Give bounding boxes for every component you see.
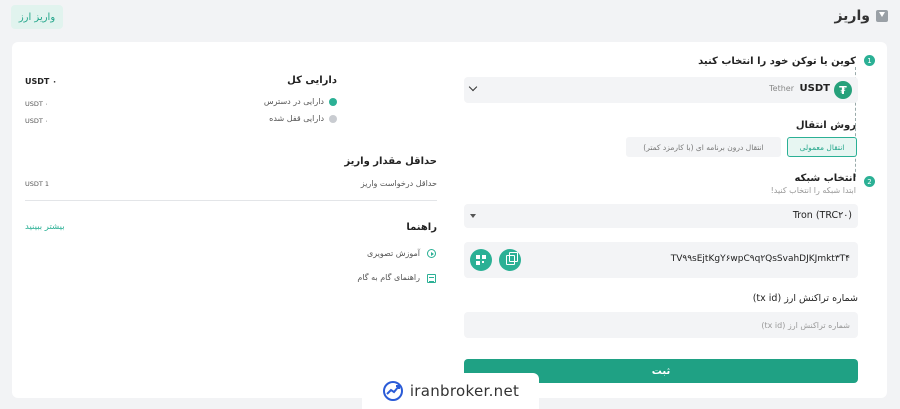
video-tutorial-link[interactable]: آموزش تصویری <box>367 249 420 258</box>
download-icon <box>876 10 888 22</box>
locked-dot <box>329 115 337 123</box>
show-qr-button[interactable] <box>470 249 492 271</box>
network-select-hint: ابتدا شبکه را انتخاب کنید! <box>770 186 856 195</box>
txid-input[interactable] <box>464 312 858 338</box>
txid-label: شماره تراکنش ارز (tx id) <box>752 293 858 304</box>
locked-balance-value: USDT ۰ <box>25 117 49 125</box>
total-balance-value: USDT ۰ <box>25 77 58 86</box>
total-balance-title: دارایی کل <box>287 75 337 86</box>
page-header: واریز واریز ارز <box>0 0 900 38</box>
see-more-link[interactable]: بیشتر ببینید <box>25 222 65 232</box>
caret-down-icon <box>470 214 476 218</box>
document-list-icon <box>427 274 436 283</box>
page-title-text: واریز <box>834 8 870 24</box>
transfer-method-title: روش انتقال <box>795 120 856 131</box>
guide-title: راهنما <box>406 222 437 233</box>
section-divider <box>25 200 437 201</box>
coin-select-title: کوین یا توکن خود را انتخاب کنید <box>698 56 856 67</box>
min-deposit-title: حداقل مقدار واریز <box>344 156 437 167</box>
network-value: Tron (TRC۲۰) <box>792 210 852 221</box>
step-2-badge: 2 <box>864 176 875 187</box>
network-select[interactable]: Tron (TRC۲۰) <box>464 204 858 228</box>
normal-transfer-button[interactable]: انتقال معمولی <box>787 137 857 157</box>
qr-code-icon <box>476 255 486 265</box>
available-dot <box>329 98 337 106</box>
deposit-address-box: TV۹۹sEjtKgY۶wpC۹q۲QsSvahDJKJmkt۳T۴ <box>464 242 858 278</box>
coin-name: Tether <box>769 84 794 93</box>
coin-select[interactable]: ₮ USDT Tether <box>464 77 858 103</box>
min-deposit-value: USDT 1 <box>25 180 50 188</box>
copy-address-button[interactable] <box>499 249 521 271</box>
deposit-address: TV۹۹sEjtKgY۶wpC۹q۲QsSvahDJKJmkt۳T۴ <box>670 254 850 264</box>
step-guide-link[interactable]: راهنمای گام به گام <box>357 273 420 282</box>
network-select-title: انتخاب شبکه <box>794 173 856 184</box>
min-deposit-label: حداقل درخواست واریز <box>360 179 437 188</box>
watermark-text: iranbroker.net <box>409 382 520 400</box>
available-balance-label: دارایی در دسترس <box>263 97 324 106</box>
broker-logo-icon <box>382 381 403 401</box>
available-balance-value: USDT ۰ <box>25 100 49 108</box>
chevron-down-icon <box>468 82 478 92</box>
watermark: iranbroker.net <box>362 373 539 409</box>
step-1-badge: 1 <box>864 55 875 66</box>
play-circle-icon <box>427 249 436 258</box>
coin-symbol: USDT <box>799 83 830 94</box>
page-title: واریز <box>834 8 888 24</box>
locked-balance-label: دارایی قفل شده <box>269 114 324 123</box>
copy-icon <box>505 252 518 265</box>
deposit-currency-button[interactable]: واریز ارز <box>11 5 63 29</box>
tether-icon: ₮ <box>834 81 852 99</box>
internal-transfer-button[interactable]: انتقال درون برنامه ای (با کارمزد کمتر) <box>626 137 781 157</box>
